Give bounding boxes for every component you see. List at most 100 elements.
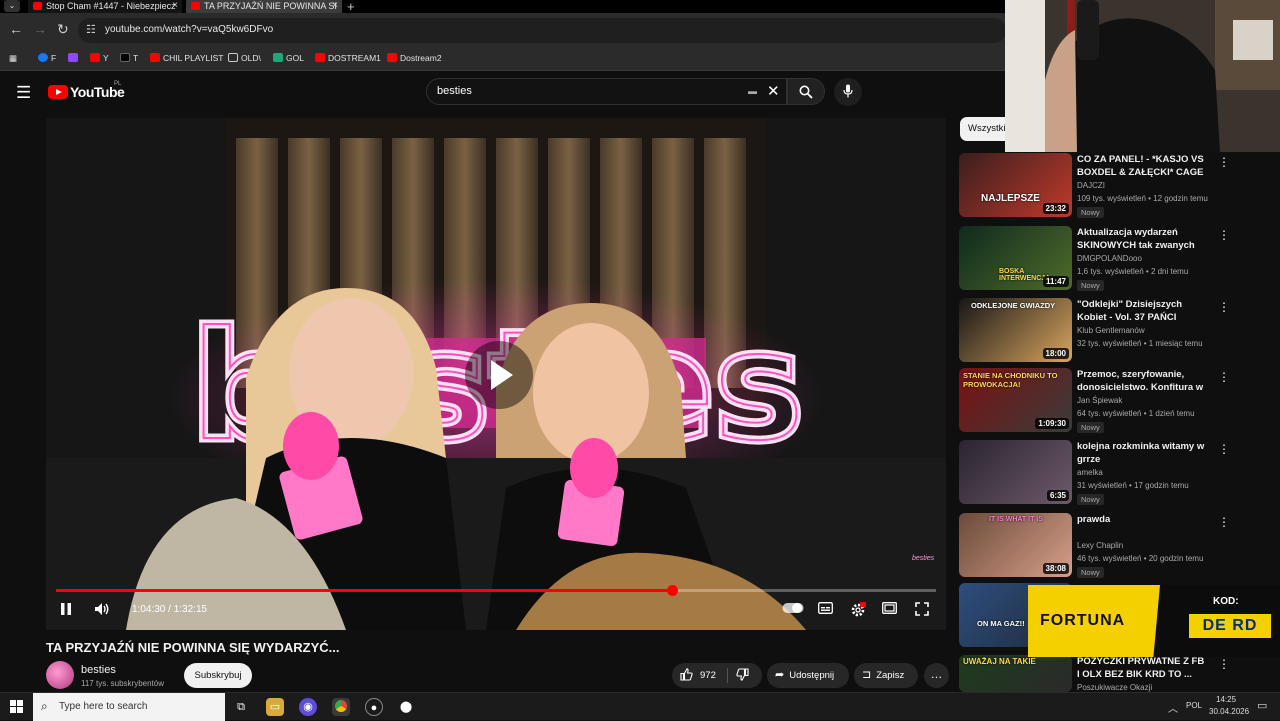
scrubber-handle[interactable] [667,585,678,596]
more-vert-icon[interactable]: ⋮ [1218,442,1230,456]
recommendation-title[interactable]: kolejna rozkminka witamy w grrze [1077,440,1205,466]
bookmark-facebook[interactable]: F [38,53,56,63]
recommendation-item[interactable]: STANIE NA CHODNIKU TO PROWOKACJA! 1:09:3… [959,368,1259,434]
recommendation-title[interactable]: POŻYCZKI PRYWATNE Z FB I OLX BEZ BIK KRD… [1077,655,1205,681]
recommendation-channel[interactable]: DAJCZI [1077,181,1105,190]
more-actions-button[interactable]: … [924,663,949,688]
chrome-icon[interactable] [332,698,350,716]
dislike-button[interactable] [736,668,749,684]
windows-start-icon[interactable] [10,700,23,713]
browser-tab-active-video[interactable]: TA PRZYJAŹŃ NIE POWINNA SI × [186,0,342,13]
promo-code-label: KOD: [1213,596,1239,607]
reload-icon[interactable]: ↻ [57,21,69,38]
video-thumbnail[interactable]: 6:35 [959,440,1072,504]
settings-button[interactable] [850,602,867,621]
recommendation-channel[interactable]: DMGPOLANDooo [1077,254,1142,263]
recommendation-title[interactable]: Przemoc, szeryfowanie, donosicielstwo. K… [1077,368,1205,394]
bookmark-folder-old[interactable]: OLD\ [228,53,261,63]
big-play-button[interactable] [465,341,533,409]
recommendation-title[interactable]: CO ZA PANEL! - *KASJO VS BOXDEL & ZAŁĘCK… [1077,153,1205,179]
recommendation-channel[interactable]: amelka [1077,468,1103,477]
video-player[interactable]: besties besties besties 1:04:30 / 1:32:1… [46,118,946,630]
recommendation-item[interactable]: ODKLEJONE GWIAZDY 18:00 "Odklejki" Dzisi… [959,298,1259,364]
recommendation-channel[interactable]: Poszukiwacze Okazji [1077,683,1152,692]
bookmark-youtube[interactable]: Y [90,53,109,63]
volume-button[interactable] [94,602,110,619]
save-button[interactable]: ⊐ Zapisz [854,663,918,688]
more-vert-icon[interactable]: ⋮ [1218,300,1230,314]
back-arrow-icon[interactable]: ← [9,21,23,37]
more-vert-icon[interactable]: ⋮ [1218,155,1230,169]
channel-avatar[interactable] [46,661,74,689]
clear-search-icon[interactable]: ✕ [767,82,780,100]
like-button[interactable] [680,668,693,684]
share-button[interactable]: ➦ Udostępnij [767,663,849,688]
bookmark-chil-playlist[interactable]: CHIL PLAYLIST [150,53,223,63]
obs-icon[interactable]: ● [365,698,383,716]
tab-close-icon[interactable]: × [172,0,178,12]
recommendation-item[interactable]: BOSKA INTERWENCJA 11:47 Aktualizacja wyd… [959,226,1259,292]
recommendation-channel[interactable]: Klub Gentlemanów [1077,326,1145,335]
search-button[interactable] [787,78,825,105]
autoplay-toggle[interactable] [782,602,804,617]
discord-icon[interactable]: ◉ [299,698,317,716]
progress-bar[interactable] [56,585,936,596]
more-vert-icon[interactable]: ⋮ [1218,515,1230,529]
recommendation-item[interactable]: 6:35 kolejna rozkminka witamy w grrze am… [959,440,1259,506]
recommendation-item[interactable]: IT IS WHAT IT IS 38:08 prawda Lexy Chapl… [959,513,1259,579]
bookmark-twitch[interactable] [68,53,81,63]
recommendation-channel[interactable]: Lexy Chaplin [1077,541,1123,550]
video-thumbnail[interactable]: NAJLEPSZE 23:32 [959,153,1072,217]
input-language[interactable]: POL [1186,701,1202,710]
recommendation-item[interactable]: NAJLEPSZE 23:32 CO ZA PANEL! - *KASJO VS… [959,153,1259,219]
menu-icon[interactable]: ☰ [16,83,31,103]
taskbar-search-input[interactable]: ⌕ Type here to search [33,693,225,721]
more-vert-icon[interactable]: ⋮ [1218,228,1230,242]
video-thumbnail[interactable]: STANIE NA CHODNIKU TO PROWOKACJA! 1:09:3… [959,368,1072,432]
recommendation-meta: 64 tys. wyświetleń • 1 dzień temu [1077,409,1195,418]
notification-icon[interactable]: ▭ [1257,699,1267,712]
file-explorer-icon[interactable]: ▭ [266,698,284,716]
video-thumbnail[interactable]: IT IS WHAT IT IS 38:08 [959,513,1072,577]
recommendation-title[interactable]: "Odklejki" Dzisiejszych Kobiet - Vol. 37… [1077,298,1205,324]
pause-button[interactable] [60,602,72,619]
tab-search-button[interactable]: ⌄ [4,0,20,12]
fullscreen-button[interactable] [915,602,929,619]
bookmark-dostream2[interactable]: Dostream2 [387,53,442,63]
bookmark-x[interactable]: T [120,53,138,63]
task-view-icon[interactable]: ⧉ [232,698,250,716]
clock-date[interactable]: 30.04.2026 [1209,707,1249,716]
keyboard-icon[interactable]: ▬ [748,86,757,96]
new-badge: Nowy [1077,207,1104,218]
video-thumbnail[interactable]: ODKLEJONE GWIAZDY 18:00 [959,298,1072,362]
apps-grid-icon[interactable]: ▦ [9,53,17,64]
volume-icon [95,603,109,615]
tray-overflow-icon[interactable]: ︿ [1168,700,1178,715]
recommendation-title[interactable]: Aktualizacja wydarzeń SKINOWYCH tak zwan… [1077,226,1205,252]
tab-title: TA PRZYJAŹŃ NIE POWINNA SI [204,1,337,11]
bookmark-gol[interactable]: GOL [273,53,304,63]
maps-pin-icon[interactable]: ⬤ [397,698,415,716]
recommendation-channel[interactable]: Jan Śpiewak [1077,396,1122,405]
clock-time[interactable]: 14:25 [1216,695,1236,704]
tab-close-icon[interactable]: × [332,0,338,12]
more-vert-icon[interactable]: ⋮ [1218,657,1230,671]
recommendation-title[interactable]: prawda [1077,513,1205,526]
voice-search-button[interactable] [834,78,862,106]
new-tab-button[interactable]: + [347,0,355,14]
more-vert-icon[interactable]: ⋮ [1218,370,1230,384]
site-info-icon[interactable]: ☷ [86,23,96,36]
channel-name[interactable]: besties [81,664,116,676]
bookmark-dostream1[interactable]: DOSTREAM1 [315,53,381,63]
channel-watermark[interactable]: besties [912,555,934,562]
facebook-icon [38,53,48,62]
miniplayer-button[interactable] [882,602,897,617]
browser-tab-stop-cham[interactable]: Stop Cham #1447 - Niebezpiecz × [28,0,182,13]
search-input[interactable]: besties ▬ ✕ [426,78,787,105]
subscribe-button[interactable]: Subskrybuj [184,663,252,688]
video-thumbnail[interactable]: BOSKA INTERWENCJA 11:47 [959,226,1072,290]
address-bar[interactable]: ☷ youtube.com/watch?v=vaQ5kw6DFvo [78,18,1006,43]
forward-arrow-icon[interactable]: → [33,21,47,37]
subtitles-button[interactable] [818,602,833,617]
video-thumbnail[interactable]: UWAŻAJ NA TAKIE [959,655,1072,692]
